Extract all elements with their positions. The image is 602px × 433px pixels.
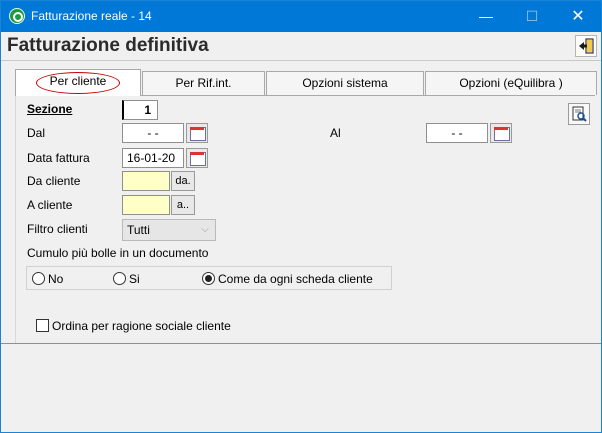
sezione-field[interactable]: 1	[122, 100, 158, 120]
print-preview-icon	[572, 106, 587, 122]
dal-value: - -	[147, 126, 159, 140]
al-value: - -	[451, 126, 463, 140]
tab-label: Opzioni sistema	[302, 76, 388, 90]
close-button[interactable]: ✕	[555, 1, 601, 32]
al-calendar-button[interactable]	[490, 123, 512, 143]
highlight-oval	[36, 72, 120, 94]
tab-per-cliente[interactable]: Per cliente	[15, 69, 141, 96]
print-preview-button[interactable]	[568, 103, 590, 125]
app-icon	[9, 8, 25, 24]
filtro-clienti-label: Filtro clienti	[27, 222, 88, 236]
radio-si[interactable]	[113, 272, 126, 285]
a-cliente-label: A cliente	[27, 198, 73, 212]
da-cliente-lookup-button[interactable]: da.	[171, 171, 195, 191]
radio-no[interactable]	[32, 272, 45, 285]
da-cliente-field[interactable]	[122, 171, 170, 191]
a-cliente-field[interactable]	[122, 195, 170, 215]
header-bar: Fatturazione definitiva	[1, 32, 601, 61]
tab-strip: Per cliente Per Rif.int. Opzioni sistema…	[15, 69, 597, 96]
data-fattura-calendar-button[interactable]	[186, 148, 208, 168]
exit-button[interactable]	[575, 35, 597, 57]
maximize-button[interactable]: ☐	[509, 1, 555, 32]
data-fattura-value: 16-01-20	[127, 151, 176, 165]
dal-field[interactable]: - -	[122, 123, 184, 143]
page-title: Fatturazione definitiva	[7, 35, 209, 56]
da-cliente-label: Da cliente	[27, 174, 81, 188]
dal-calendar-button[interactable]	[186, 123, 208, 143]
exit-door-icon	[579, 38, 594, 54]
tab-per-rif-int[interactable]: Per Rif.int.	[142, 71, 265, 95]
a-cliente-lookup-button[interactable]: a..	[171, 195, 195, 215]
tab-opzioni-equilibra[interactable]: Opzioni (eQuilibra )	[425, 71, 597, 95]
filtro-clienti-select[interactable]: Tutti ⌵	[122, 219, 216, 241]
title-bar[interactable]: Fatturazione reale - 14 — ☐ ✕	[1, 1, 601, 32]
app-window: Fatturazione reale - 14 — ☐ ✕ Fatturazio…	[0, 0, 602, 433]
tab-label: Per Rif.int.	[175, 76, 232, 90]
sezione-label: Sezione	[27, 102, 73, 116]
minimize-button[interactable]: —	[463, 1, 509, 32]
chevron-down-icon: ⌵	[201, 224, 209, 235]
radio-come-da-scheda-label[interactable]: Come da ogni scheda cliente	[218, 272, 373, 286]
filtro-clienti-value: Tutti	[127, 223, 150, 237]
ordina-label[interactable]: Ordina per ragione sociale cliente	[52, 319, 231, 333]
dal-label: Dal	[27, 126, 46, 140]
al-label: Al	[330, 126, 341, 140]
ordina-checkbox[interactable]	[36, 319, 49, 332]
tab-panel: Sezione 1 Dal - - Al - - Data fattura 16…	[15, 95, 595, 343]
radio-come-da-scheda[interactable]	[202, 272, 215, 285]
bottom-area	[1, 344, 601, 432]
data-fattura-field[interactable]: 16-01-20	[122, 148, 184, 168]
window-title: Fatturazione reale - 14	[31, 9, 152, 23]
tab-opzioni-sistema[interactable]: Opzioni sistema	[266, 71, 424, 95]
radio-no-label[interactable]: No	[48, 272, 63, 286]
radio-si-label[interactable]: Si	[129, 272, 140, 286]
al-field[interactable]: - -	[426, 123, 488, 143]
cumulo-label: Cumulo più bolle in un documento	[27, 246, 209, 260]
sezione-value: 1	[144, 103, 151, 117]
tab-label: Opzioni (eQuilibra )	[459, 76, 563, 90]
data-fattura-label: Data fattura	[27, 151, 90, 165]
cumulo-radio-group: No Si Come da ogni scheda cliente	[26, 266, 392, 290]
